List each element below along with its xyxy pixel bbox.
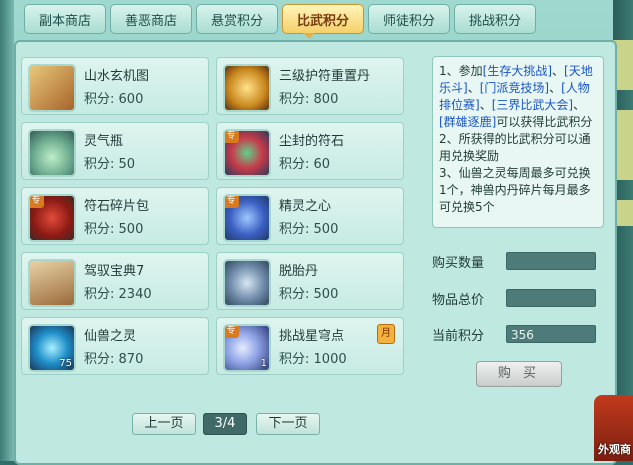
tab-karma-shop[interactable]: 善恶商店: [110, 4, 192, 34]
total-price-field: [506, 289, 596, 307]
item-count: 75: [59, 358, 72, 369]
current-points-label: 当前积分: [432, 329, 485, 344]
item-name: 灵气瓶: [84, 134, 124, 149]
item-name: 山水玄机图: [84, 69, 150, 84]
item-price: 积分: 1000: [279, 352, 347, 367]
quantity-label: 购买数量: [432, 256, 485, 271]
exclusive-badge: 专: [225, 196, 239, 208]
moon-icon: 专 1: [223, 324, 271, 372]
active-tab-pointer: [303, 33, 315, 39]
item-price: 积分: 500: [279, 287, 339, 302]
next-page-button[interactable]: 下一页: [256, 413, 320, 435]
book-icon: [28, 259, 76, 307]
item-count: 1: [260, 358, 267, 369]
item-name: 精灵之心: [279, 199, 332, 214]
shop-item[interactable]: 专 尘封的符石 积分: 60: [216, 122, 404, 180]
red-bag-icon: 专: [28, 194, 76, 242]
prev-page-button[interactable]: 上一页: [132, 413, 196, 435]
item-price: 积分: 800: [279, 92, 339, 107]
shop-item[interactable]: 驾驭宝典7 积分: 2340: [21, 252, 209, 310]
tab-mentor-points[interactable]: 师徒积分: [368, 4, 450, 34]
tab-bounty-points[interactable]: 悬赏积分: [196, 4, 278, 34]
item-price: 积分: 2340: [84, 287, 152, 302]
appearance-shop-label: 外观商: [598, 443, 631, 456]
exclusive-badge: 专: [225, 131, 239, 143]
item-name: 驾驭宝典7: [84, 264, 145, 279]
gem-stone-icon: 专: [223, 129, 271, 177]
item-name: 尘封的符石: [279, 134, 345, 149]
shop-item[interactable]: 灵气瓶 积分: 50: [21, 122, 209, 180]
shop-item[interactable]: 专 1 挑战星穹点 积分: 1000 月: [216, 317, 404, 375]
item-price: 积分: 600: [84, 92, 144, 107]
blue-pill-icon: [223, 259, 271, 307]
exclusive-badge: 专: [225, 326, 239, 338]
scroll-painting-icon: [28, 64, 76, 112]
total-price-label: 物品总价: [432, 293, 485, 308]
spirit-bottle-icon: [28, 129, 76, 177]
tab-combat-points[interactable]: 比武积分: [282, 4, 364, 34]
appearance-shop-button[interactable]: 外观商: [594, 395, 633, 461]
quantity-input[interactable]: [506, 252, 596, 270]
item-price: 积分: 50: [84, 157, 136, 172]
item-price: 积分: 60: [279, 157, 331, 172]
item-name: 脱胎丹: [279, 264, 319, 279]
crystal-orb-icon: 75: [28, 324, 76, 372]
current-points-field: 356: [506, 325, 596, 343]
left-decoration: [0, 0, 14, 461]
tab-challenge-points[interactable]: 挑战积分: [454, 4, 536, 34]
shop-item[interactable]: 脱胎丹 积分: 500: [216, 252, 404, 310]
item-name: 仙兽之灵: [84, 329, 137, 344]
tab-dungeon-shop[interactable]: 副本商店: [24, 4, 106, 34]
shop-window: 副本商店 善恶商店 悬赏积分 比武积分 师徒积分 挑战积分 山水玄机图 积分: …: [0, 0, 633, 465]
shop-item[interactable]: 山水玄机图 积分: 600: [21, 57, 209, 115]
item-price: 积分: 870: [84, 352, 144, 367]
monthly-badge: 月: [377, 324, 395, 344]
item-price: 积分: 500: [84, 222, 144, 237]
exclusive-badge: 专: [30, 196, 44, 208]
golden-pill-icon: [223, 64, 271, 112]
item-name: 三级护符重置丹: [279, 69, 371, 84]
spirit-heart-icon: 专: [223, 194, 271, 242]
item-price: 积分: 500: [279, 222, 339, 237]
shop-item[interactable]: 专 精灵之心 积分: 500: [216, 187, 404, 245]
item-name: 符石碎片包: [84, 199, 150, 214]
buy-button[interactable]: 购 买: [476, 361, 562, 387]
item-name: 挑战星穹点: [279, 329, 345, 344]
rules-info-box: 1、参加[生存大挑战]、[天地乐斗]、[门派竞技场]、[人物排位赛]、[三界比武…: [432, 56, 604, 228]
shop-item[interactable]: 专 符石碎片包 积分: 500: [21, 187, 209, 245]
shop-item[interactable]: 75 仙兽之灵 积分: 870: [21, 317, 209, 375]
page-indicator: 3/4: [203, 413, 247, 435]
tab-bar: 副本商店 善恶商店 悬赏积分 比武积分 师徒积分 挑战积分: [24, 4, 536, 36]
shop-item[interactable]: 三级护符重置丹 积分: 800: [216, 57, 404, 115]
